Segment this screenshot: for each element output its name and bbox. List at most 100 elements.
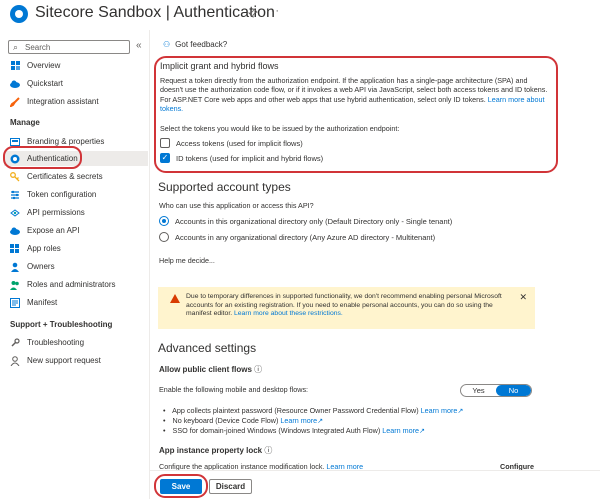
sidebar-item-label: Expose an API (27, 226, 80, 235)
lock-heading-text: App instance property lock (159, 446, 263, 455)
rocket-icon (10, 96, 20, 107)
radio-multi-tenant[interactable]: Accounts in any organizational directory… (159, 232, 435, 242)
search-placeholder: Search (25, 43, 51, 52)
external-link-icon: ↗ (419, 426, 426, 435)
page-title: Sitecore Sandbox | Authentication (35, 4, 275, 21)
sidebar-item-api-permissions[interactable]: API permissions (10, 205, 148, 220)
token-icon (10, 190, 20, 200)
flow-learn-more-link[interactable]: Learn more (382, 426, 419, 435)
public-client-heading: Allow public client flows ⓘ (159, 364, 262, 375)
sidebar-item-owners[interactable]: Owners (10, 259, 148, 274)
sidebar-item-label: New support request (27, 356, 101, 365)
warning-icon (170, 294, 180, 303)
save-highlight-ring (154, 474, 208, 498)
sidebar-item-label: Token configuration (27, 190, 97, 199)
flow-text: No keyboard (Device Code Flow) (172, 416, 279, 425)
sidebar-item-label: Certificates & secrets (27, 172, 103, 181)
sidebar-item-new-support-request[interactable]: New support request (10, 353, 148, 368)
sidebar-item-label: App roles (27, 244, 61, 253)
sidebar-item-label: Manifest (27, 298, 58, 307)
radio-single-tenant[interactable]: Accounts in this organizational director… (159, 216, 452, 226)
id-tokens-checkbox[interactable]: ✓ ID tokens (used for implicit and hybri… (160, 153, 323, 163)
app-registration-icon (10, 5, 28, 23)
sidebar-item-label: Integration assistant (27, 97, 99, 106)
sidebar-item-integration-assistant[interactable]: Integration assistant (10, 94, 148, 109)
sidebar-item-label: Roles and administrators (27, 280, 116, 289)
discard-button[interactable]: Discard (209, 479, 252, 494)
grid-icon (10, 61, 20, 71)
warning-learn-more-link[interactable]: Learn more about these restrictions. (234, 310, 343, 317)
flow-text: SSO for domain-joined Windows (Windows I… (172, 426, 381, 435)
lock-heading: App instance property lock ⓘ (159, 445, 272, 456)
flow-learn-more-link[interactable]: Learn more (421, 406, 458, 415)
cloud-api-icon (10, 226, 20, 236)
sidebar-item-label: API permissions (27, 208, 85, 217)
sidebar-heading-support: Support + Troubleshooting (10, 320, 113, 329)
multi-tenant-label: Accounts in any organizational directory… (175, 232, 436, 242)
close-icon[interactable]: ✕ (519, 292, 527, 303)
sidebar-item-troubleshooting[interactable]: Troubleshooting (10, 335, 148, 350)
flow-item: SSO for domain-joined Windows (Windows I… (163, 426, 426, 435)
feedback-label: Got feedback? (175, 40, 228, 49)
sidebar-item-label: Owners (27, 262, 55, 271)
sidebar-item-quickstart[interactable]: Quickstart (10, 76, 148, 91)
checkmark-icon: ✓ (160, 153, 170, 163)
collapse-sidebar-button[interactable]: « (136, 40, 142, 51)
support-request-icon (10, 355, 20, 366)
authentication-highlight-ring (3, 146, 82, 169)
more-options-icon[interactable]: ··· (266, 5, 280, 17)
advanced-settings-heading: Advanced settings (158, 341, 257, 355)
public-client-toggle[interactable]: Yes No (460, 384, 532, 397)
sidebar-item-certificates[interactable]: Certificates & secrets (10, 169, 148, 184)
flow-item: App collects plaintext password (Resourc… (163, 406, 463, 415)
account-question: Who can use this application or access t… (159, 201, 314, 210)
manifest-icon (10, 297, 20, 308)
sidebar-item-overview[interactable]: Overview (10, 58, 148, 73)
info-icon[interactable]: ⓘ (264, 446, 272, 455)
checkbox-box (160, 138, 170, 148)
supported-account-types-heading: Supported account types (158, 180, 291, 194)
sidebar-item-label: Troubleshooting (27, 338, 85, 347)
sidebar-search-input[interactable]: ⌕ Search (8, 40, 130, 54)
cloud-icon (10, 79, 20, 89)
warning-banner: Due to temporary differences in supporte… (158, 287, 535, 329)
flow-learn-more-link[interactable]: Learn more (280, 416, 317, 425)
external-link-icon: ↗ (317, 416, 324, 425)
app-roles-icon (10, 243, 20, 254)
branding-icon (10, 137, 20, 147)
sidebar-item-token-configuration[interactable]: Token configuration (10, 187, 148, 202)
toggle-yes[interactable]: Yes (461, 385, 496, 396)
implicit-grant-heading: Implicit grant and hybrid flows (160, 61, 279, 71)
single-tenant-label: Accounts in this organizational director… (175, 216, 453, 226)
search-icon: ⌕ (13, 42, 19, 52)
radio-unselected-icon (159, 232, 169, 242)
pin-icon[interactable] (248, 8, 258, 21)
sidebar-heading-manage: Manage (10, 118, 40, 127)
public-client-heading-text: Allow public client flows (159, 365, 252, 374)
feedback-link[interactable]: ⚇ Got feedback? (163, 40, 227, 49)
external-link-icon: ↗ (457, 406, 464, 415)
radio-selected-icon (159, 216, 169, 226)
access-tokens-label: Access tokens (used for implicit flows) (176, 138, 303, 148)
warning-text: Due to temporary differences in supporte… (186, 293, 506, 319)
help-me-decide-link[interactable]: Help me decide... (159, 256, 215, 265)
sidebar-item-expose-an-api[interactable]: Expose an API (10, 223, 148, 238)
feedback-icon: ⚇ (163, 40, 171, 49)
flow-text: App collects plaintext password (Resourc… (172, 406, 419, 415)
wrench-icon (10, 337, 20, 348)
id-tokens-label: ID tokens (used for implicit and hybrid … (176, 153, 324, 163)
sidebar-item-app-roles[interactable]: App roles (10, 241, 148, 256)
sidebar-item-label: Overview (27, 61, 61, 70)
info-icon[interactable]: ⓘ (254, 365, 262, 374)
key-icon (10, 171, 20, 182)
access-tokens-checkbox[interactable]: Access tokens (used for implicit flows) (160, 138, 303, 148)
implicit-grant-description: Request a token directly from the author… (160, 76, 552, 114)
enable-flows-label: Enable the following mobile and desktop … (159, 385, 309, 394)
token-select-prompt: Select the tokens you would like to be i… (160, 124, 400, 133)
owners-icon (10, 262, 20, 272)
sidebar-item-manifest[interactable]: Manifest (10, 295, 148, 310)
toggle-no[interactable]: No (496, 385, 531, 396)
sidebar-divider (149, 30, 150, 499)
sidebar-item-roles-and-administrators[interactable]: Roles and administrators (10, 277, 148, 292)
sidebar-item-label: Branding & properties (27, 137, 105, 146)
